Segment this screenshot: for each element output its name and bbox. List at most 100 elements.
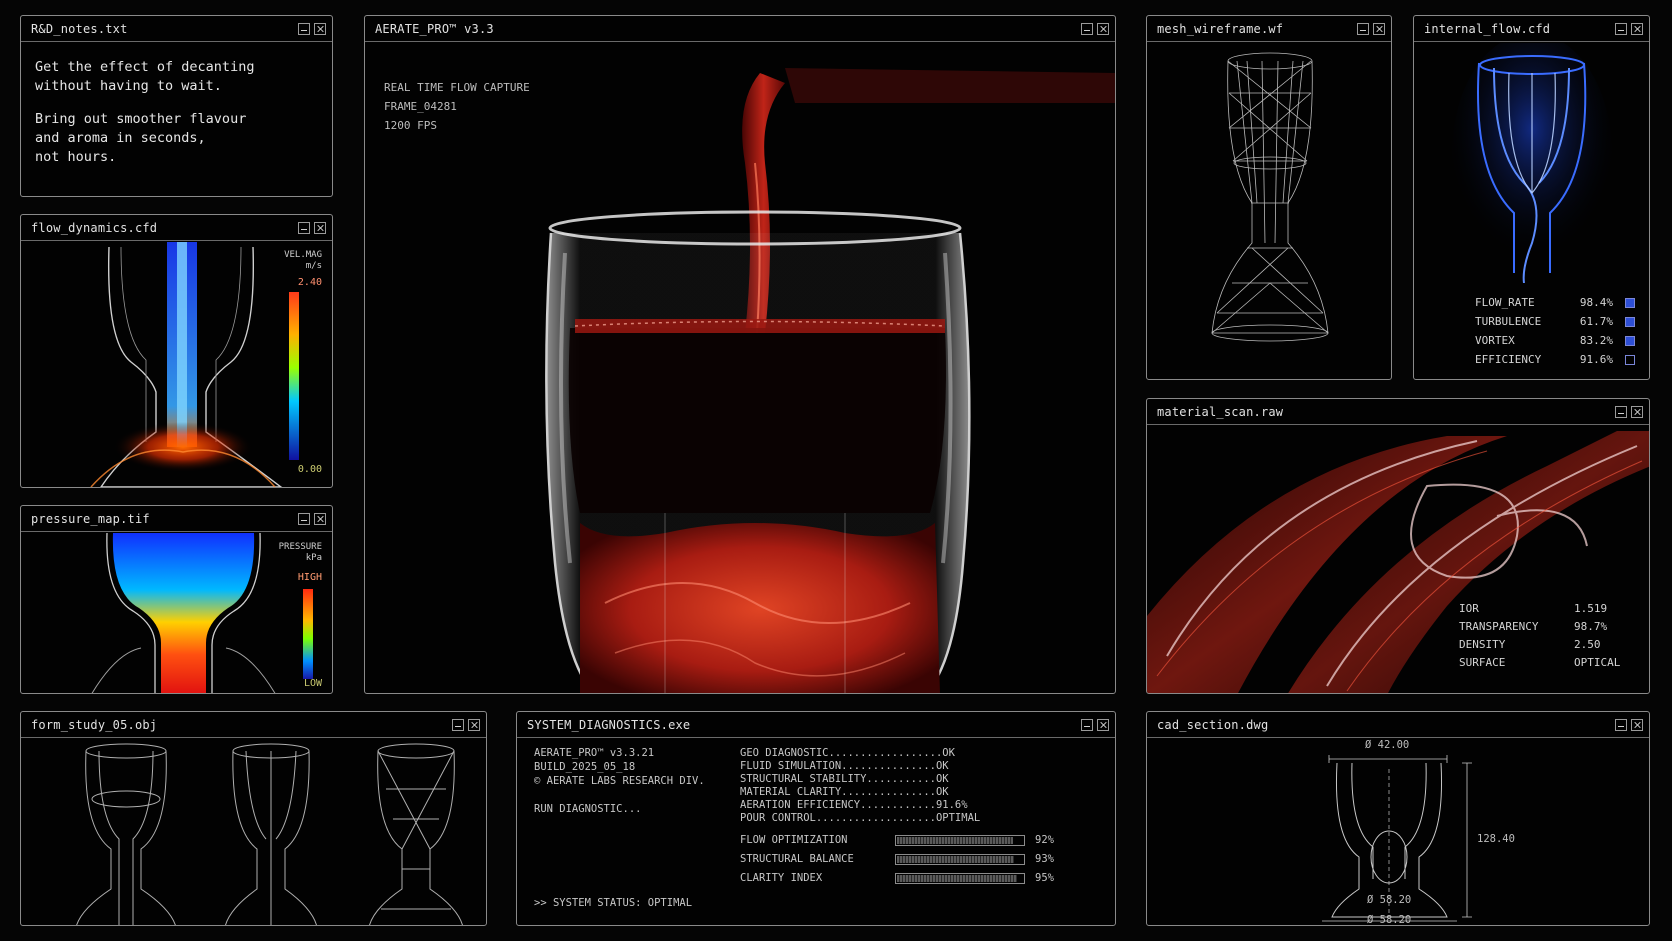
velocity-legend-max: 2.40 [297, 277, 322, 288]
velocity-legend-name: VEL.MAG [284, 250, 322, 260]
flow-metric-name: VORTEX [1475, 334, 1515, 347]
minimize-icon[interactable] [1615, 23, 1627, 35]
flow-metric-checkbox[interactable] [1625, 298, 1635, 308]
diag-info-line: © AERATE LABS RESEARCH DIV. [534, 775, 705, 787]
form-study-window[interactable]: form_study_05.obj [20, 711, 487, 926]
diag-check-line: AERATION EFFICIENCY............91.6% [740, 799, 968, 811]
close-icon[interactable] [468, 719, 480, 731]
flow-metric-name: FLOW_RATE [1475, 296, 1535, 309]
diag-bar-pct: 92% [1035, 834, 1054, 846]
minimize-icon[interactable] [1357, 23, 1369, 35]
minimize-icon[interactable] [298, 23, 310, 35]
pressure-legend-name: PRESSURE [278, 542, 322, 552]
close-icon[interactable] [1097, 23, 1109, 35]
close-icon[interactable] [1631, 719, 1643, 731]
close-icon[interactable] [1097, 719, 1109, 731]
diag-progress-fill [897, 856, 1015, 863]
form-study-render [76, 743, 463, 925]
velocity-legend-label: VEL.MAG m/s [284, 250, 322, 272]
mesh-wireframe-window[interactable]: mesh_wireframe.wf [1146, 15, 1392, 380]
pressure-legend-low: LOW [303, 678, 322, 689]
pressure-legend-label: PRESSURE kPa [279, 542, 322, 564]
minimize-icon[interactable] [1081, 23, 1093, 35]
close-icon[interactable] [1631, 406, 1643, 418]
cad-dim-height: 128.40 [1477, 833, 1515, 845]
internal-flow-window[interactable]: internal_flow.cfd FLOW_RATE98.4% TURBUL [1413, 15, 1650, 380]
flow-dynamics-titlebar[interactable]: flow_dynamics.cfd [21, 215, 332, 241]
diagnostics-titlebar[interactable]: SYSTEM_DIAGNOSTICS.exe [517, 712, 1115, 738]
material-prop-name: IOR [1459, 602, 1479, 615]
flow-metric-checkbox[interactable] [1625, 336, 1635, 346]
flow-metric-name: TURBULENCE [1475, 315, 1542, 328]
material-prop-name: TRANSPARENCY [1459, 620, 1539, 633]
cad-dim-base-2: Ø 58.20 [1367, 914, 1412, 926]
minimize-icon[interactable] [1081, 719, 1093, 731]
internal-flow-title: internal_flow.cfd [1424, 22, 1551, 36]
diag-status-line: >> SYSTEM STATUS: OPTIMAL [534, 897, 693, 909]
notes-line-1: Get the effect of decanting without havi… [35, 59, 255, 94]
minimize-icon[interactable] [298, 513, 310, 525]
close-icon[interactable] [1631, 23, 1643, 35]
capture-line-1: REAL TIME FLOW CAPTURE [384, 81, 530, 94]
flow-metric-checkbox[interactable] [1625, 355, 1635, 365]
form-study-title: form_study_05.obj [31, 718, 158, 732]
diag-info-line: AERATE_PRO™ v3.3.21 [534, 747, 655, 759]
minimize-icon[interactable] [452, 719, 464, 731]
material-prop-row: DENSITY 2.50 [1459, 638, 1639, 654]
diag-check-line: GEO DIAGNOSTIC..................OK [740, 747, 955, 759]
close-icon[interactable] [314, 23, 326, 35]
material-prop-row: IOR 1.519 [1459, 602, 1639, 618]
material-scan-title: material_scan.raw [1157, 405, 1284, 419]
minimize-icon[interactable] [1615, 406, 1627, 418]
material-prop-value: OPTICAL [1574, 656, 1621, 669]
diagnostics-title: SYSTEM_DIAGNOSTICS.exe [527, 718, 691, 732]
pressure-map-title: pressure_map.tif [31, 512, 150, 526]
diag-bar-pct: 95% [1035, 872, 1054, 884]
notes-window[interactable]: R&D_notes.txt Get the effect of decantin… [20, 15, 333, 197]
material-prop-value: 98.7% [1574, 620, 1608, 633]
close-icon[interactable] [314, 222, 326, 234]
flow-metric-value: 61.7% [1579, 315, 1613, 328]
flow-dynamics-window[interactable]: flow_dynamics.cfd VEL.MAG m/s 2.40 0.00 [20, 214, 333, 488]
cad-section-titlebar[interactable]: cad_section.dwg [1147, 712, 1649, 738]
main-capture-titlebar[interactable]: AERATE_PRO™ v3.3 [365, 16, 1115, 42]
pressure-map-titlebar[interactable]: pressure_map.tif [21, 506, 332, 532]
velocity-legend-min: 0.00 [297, 464, 322, 475]
diag-check-line: FLUID SIMULATION...............OK [740, 760, 949, 772]
diag-progress-bar [895, 835, 1025, 846]
flow-metric-row: VORTEX 83.2% [1475, 334, 1635, 350]
capture-line-2: FRAME_04281 [384, 100, 457, 113]
mesh-wireframe-titlebar[interactable]: mesh_wireframe.wf [1147, 16, 1391, 42]
diag-progress-bar [895, 854, 1025, 865]
cad-dim-top: Ø 42.00 [1365, 739, 1410, 751]
velocity-legend-unit: m/s [305, 261, 322, 271]
form-study-view-3 [369, 743, 463, 925]
close-icon[interactable] [314, 513, 326, 525]
material-scan-window[interactable]: material_scan.raw IOR 1.519 TRANSPARENCY… [1146, 398, 1650, 694]
close-icon[interactable] [1373, 23, 1385, 35]
cad-section-window[interactable]: cad_section.dwg Ø 42.00 128.40 Ø 58.20 Ø… [1146, 711, 1650, 926]
diag-bar-pct: 93% [1035, 853, 1054, 865]
pressure-map-window[interactable]: pressure_map.tif PRESSURE kPa HIGH LOW [20, 505, 333, 694]
minimize-icon[interactable] [298, 222, 310, 234]
flow-metric-checkbox[interactable] [1625, 317, 1635, 327]
minimize-icon[interactable] [1615, 719, 1627, 731]
internal-flow-titlebar[interactable]: internal_flow.cfd [1414, 16, 1649, 42]
diag-progress-fill [897, 837, 1013, 844]
form-study-view-1 [76, 743, 176, 925]
diag-bar-name: CLARITY INDEX [740, 872, 823, 884]
notes-titlebar[interactable]: R&D_notes.txt [21, 16, 332, 42]
flow-dynamics-title: flow_dynamics.cfd [31, 221, 158, 235]
diag-info-line: BUILD_2025_05_18 [534, 761, 636, 773]
form-study-titlebar[interactable]: form_study_05.obj [21, 712, 486, 738]
notes-line-2: Bring out smoother flavour and aroma in … [35, 111, 247, 165]
flow-metric-value: 98.4% [1579, 296, 1613, 309]
material-prop-value: 2.50 [1574, 638, 1601, 651]
material-prop-name: DENSITY [1459, 638, 1506, 651]
diag-run-label: RUN DIAGNOSTIC... [534, 803, 642, 815]
material-prop-row: SURFACE OPTICAL [1459, 656, 1639, 672]
diag-check-line: POUR CONTROL...................OPTIMAL [740, 812, 981, 824]
diagnostics-window[interactable]: SYSTEM_DIAGNOSTICS.exe AERATE_PRO™ v3.3.… [516, 711, 1116, 926]
main-capture-window[interactable]: AERATE_PRO™ v3.3 REAL TIME FLOW CAPTURE … [364, 15, 1116, 694]
material-scan-titlebar[interactable]: material_scan.raw [1147, 399, 1649, 425]
